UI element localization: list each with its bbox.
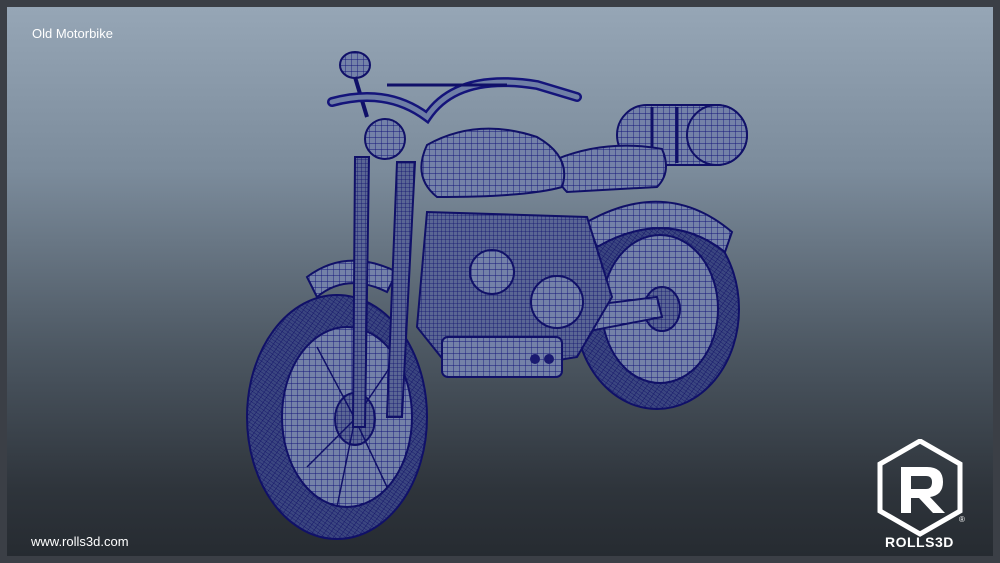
website-url[interactable]: www.rolls3d.com: [31, 534, 129, 549]
render-viewport: Old Motorbike www.rolls3d.com ® ROLLS3D: [0, 0, 1000, 563]
model-title: Old Motorbike: [32, 26, 113, 41]
brand-name: ROLLS3D: [885, 534, 954, 550]
motorbike-wireframe: [246, 51, 748, 540]
registered-mark: ®: [959, 515, 965, 524]
